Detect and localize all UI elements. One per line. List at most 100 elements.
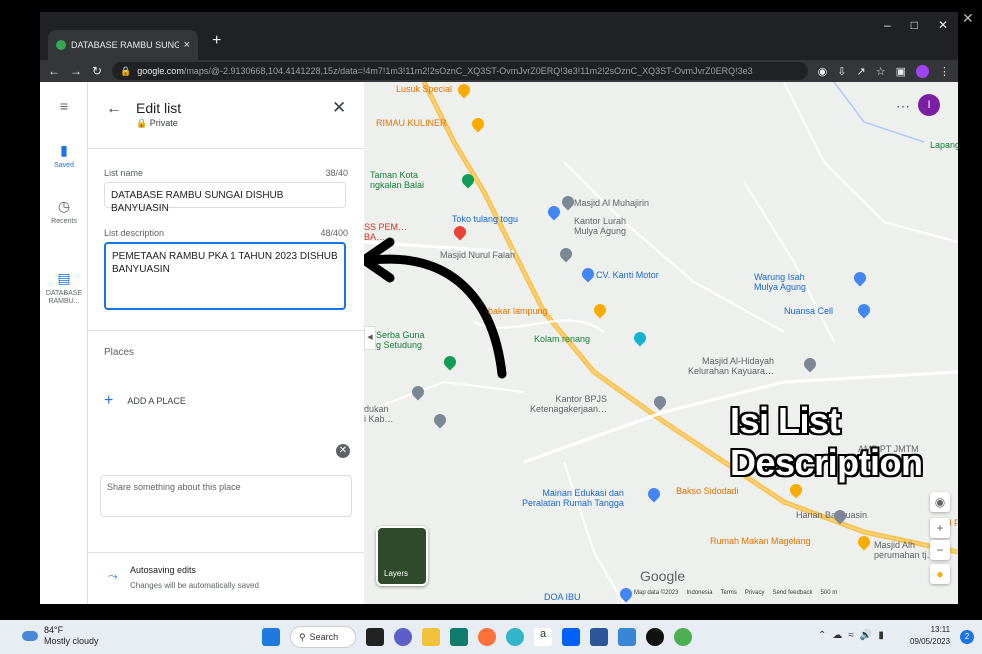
install-icon[interactable]: ⇩ (837, 65, 846, 78)
outer-close-icon[interactable]: ✕ (962, 10, 974, 27)
map-label[interactable]: Mainan Edukasi dan Peralatan Rumah Tangg… (522, 488, 624, 509)
tab-close-icon[interactable]: × (184, 39, 190, 51)
side-panel-icon[interactable]: ▣ (896, 65, 906, 78)
map-label[interactable]: Lusuk Special (396, 84, 452, 94)
map-label[interactable]: dukan i Kab… (364, 404, 394, 425)
terms-link[interactable]: Terms (720, 590, 736, 596)
map-label[interactable]: Rumah Makan Magelang (710, 536, 811, 546)
wifi-icon[interactable]: ≈ (848, 630, 854, 641)
map-label[interactable]: Bakso Sidodadi (676, 486, 739, 496)
dropbox-icon[interactable] (562, 628, 580, 646)
panel-title: Edit list (136, 100, 182, 116)
taskbar-search[interactable]: ⚲ Search (290, 626, 356, 648)
divider (88, 148, 364, 149)
volume-icon[interactable]: 🔊 (860, 630, 872, 641)
store-icon[interactable] (450, 628, 468, 646)
spinner-icon: ⤳ (108, 569, 118, 583)
share-icon[interactable]: ↗ (857, 65, 866, 78)
map-label[interactable]: RIMAU KULINER (376, 118, 447, 128)
privacy-link[interactable]: Privacy (745, 590, 765, 596)
map-label[interactable]: bakar lampung (488, 306, 548, 316)
map-label[interactable]: CV. Kanti Motor (596, 270, 659, 280)
map-label[interactable]: Masjid Al Muhajirin (574, 198, 649, 208)
menu-button[interactable]: ≡ (40, 98, 88, 118)
clock[interactable]: 13:11 09/05/2023 (910, 624, 950, 648)
side-rail: ≡ ▮ Saved ◷ Recents ▤ DATABASE RAMBU... (40, 82, 88, 604)
map-label[interactable]: Kolam renang (534, 334, 590, 344)
map-label[interactable]: Masjid Nurul Falah (440, 250, 515, 260)
bookmark-star-icon[interactable]: ☆ (876, 65, 886, 78)
kebab-menu-icon[interactable]: ⋮ (939, 65, 950, 78)
windows-start-icon[interactable] (262, 628, 280, 646)
map-label[interactable]: Nuansa Cell (784, 306, 833, 316)
map-label[interactable]: Kantor BPJS Ketenagakerjaan… (530, 394, 607, 415)
tab-title: DATABASE RAMBU SUNGAI DIS… (71, 40, 179, 50)
google-lens-icon[interactable]: ◉ (818, 65, 828, 78)
map-label[interactable]: Taman Kota ngkalan Balai (370, 170, 424, 191)
map-label[interactable]: SS PEM… BA… (364, 222, 407, 243)
battery-icon[interactable]: ▮ (878, 630, 884, 641)
profile-icon[interactable] (916, 64, 929, 78)
scale-bar[interactable]: 500 m (821, 590, 838, 596)
cloud-sync-icon[interactable]: ☁ (832, 630, 842, 641)
place-note-input[interactable]: Share something about this place (100, 475, 352, 517)
autosave-title: Autosaving edits (130, 565, 197, 575)
firefox-icon[interactable] (478, 628, 496, 646)
browser-toolbar: ← → ↻ 🔒 google.com/maps/@-2.9130668,104.… (40, 60, 958, 82)
maps-favicon-icon (56, 40, 66, 50)
map-canvas[interactable]: Lusuk Special RIMAU KULINER Taman Kota n… (364, 82, 958, 604)
rail-saved[interactable]: ▮ Saved (40, 142, 88, 170)
map-data-credit: Map data ©2023 (634, 590, 679, 596)
remove-place-icon[interactable]: ✕ (336, 444, 350, 458)
back-arrow-icon[interactable]: ← (106, 100, 122, 118)
rail-recents[interactable]: ◷ Recents (40, 198, 88, 226)
google-apps-icon[interactable]: ⋯ (896, 98, 910, 115)
add-place-button[interactable]: + ADD A PLACE (104, 392, 186, 410)
address-bar[interactable]: 🔒 google.com/maps/@-2.9130668,104.414122… (112, 62, 808, 80)
minimize-button[interactable]: – (884, 18, 891, 32)
close-window-button[interactable]: ✕ (938, 18, 948, 32)
reload-icon[interactable]: ↻ (92, 64, 102, 78)
map-label[interactable]: Harian Banyuasin (796, 510, 867, 520)
map-label[interactable]: Kantor Lurah Mulya Agung (574, 216, 626, 237)
photos-icon[interactable] (618, 628, 636, 646)
notification-badge[interactable]: 2 (960, 630, 974, 644)
file-explorer-icon[interactable] (422, 628, 440, 646)
maximize-button[interactable]: □ (911, 18, 918, 32)
task-view-icon[interactable] (366, 628, 384, 646)
layers-button[interactable]: Layers (376, 526, 428, 586)
map-label[interactable]: Serba Guna g Setudung (376, 330, 425, 351)
edge-icon[interactable] (506, 628, 524, 646)
map-label[interactable]: Warung Isah Mulya Agung (754, 272, 806, 293)
word-icon[interactable] (590, 628, 608, 646)
zoom-in-button[interactable]: + (930, 518, 950, 538)
map-label[interactable]: Toko tulang togu (452, 214, 518, 224)
browser-tab[interactable]: DATABASE RAMBU SUNGAI DIS… × (48, 30, 198, 60)
screen: DATABASE RAMBU SUNGAI DIS… × + – □ ✕ ← →… (0, 0, 982, 654)
send-feedback-link[interactable]: Send feedback (773, 590, 813, 596)
amazon-icon[interactable]: a (534, 628, 552, 646)
region-link[interactable]: Indonesia (686, 590, 712, 596)
list-description-input[interactable]: PEMETAAN RAMBU PKA 1 TAHUN 2023 DISHUB B… (104, 242, 346, 310)
close-icon[interactable]: ✕ (332, 98, 346, 118)
pegman-icon[interactable]: ● (930, 564, 950, 584)
chrome-icon[interactable] (674, 628, 692, 646)
map-label[interactable]: Masjid Alh perumahan tj… (874, 540, 936, 561)
new-tab-button[interactable]: + (212, 32, 221, 50)
chevron-up-icon[interactable]: ⌃ (818, 630, 826, 641)
avatar[interactable]: I (918, 94, 940, 116)
my-location-button[interactable]: ◉ (930, 492, 950, 512)
forward-arrow-icon[interactable]: → (70, 64, 82, 78)
zoom-out-button[interactable]: − (930, 540, 950, 560)
map-label[interactable]: DOA IBU (544, 592, 581, 602)
collapse-panel-button[interactable]: ◀ (364, 326, 376, 350)
media-player-icon[interactable] (646, 628, 664, 646)
map-label[interactable]: Masjid Al-Hidayah Kelurahan Kayuara… (688, 356, 774, 377)
back-arrow-icon[interactable]: ← (48, 64, 60, 78)
rail-saved-label: Saved (54, 161, 74, 169)
rail-list[interactable]: ▤ DATABASE RAMBU... (40, 270, 88, 307)
map-label[interactable]: Lapang (930, 140, 958, 150)
list-name-input[interactable]: DATABASE RAMBU SUNGAI DISHUB BANYUASIN (104, 182, 346, 214)
weather-widget[interactable]: 84°F Mostly cloudy (22, 625, 99, 647)
chat-icon[interactable] (394, 628, 412, 646)
